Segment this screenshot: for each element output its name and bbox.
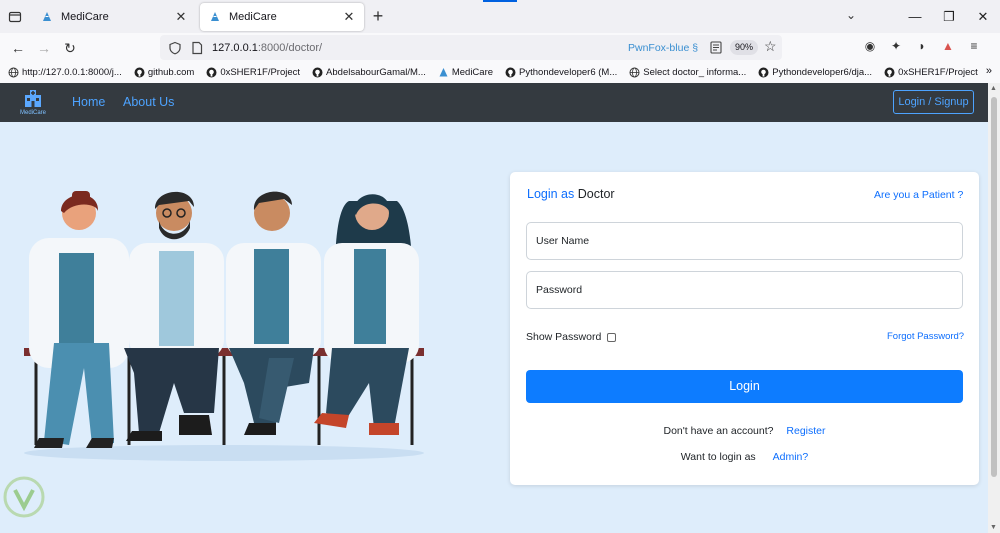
bookmark-label: Pythondeveloper6 (M... [519,67,618,78]
show-password-label: Show Password [526,331,602,343]
page-info-icon[interactable] [190,41,204,55]
pocket-icon[interactable]: ◗ [914,38,930,54]
bookmark-item[interactable]: Pythondeveloper6/dja... [758,67,872,78]
forward-arrow-icon[interactable]: → [34,38,54,58]
nav-about-link[interactable]: About Us [123,95,174,109]
brand-logo[interactable]: MediCare [18,87,48,119]
github-icon [884,67,895,78]
github-icon [206,67,217,78]
toolbar-right: ◉ ✦ ◗ ▲ ≡ [862,38,982,54]
admin-line: Want to login as Admin? [680,451,809,463]
medicare-favicon-icon [211,12,219,21]
browser-navbar: ← → ↻ 127.0.0.1:8000/doctor/ PwnFox-blue… [0,33,1000,62]
bookmark-label: Select doctor_ informa... [643,67,747,78]
doctor-figure-2 [124,191,224,441]
globe-icon [629,67,640,78]
reader-view-icon[interactable] [710,41,722,54]
bookmark-label: Pythondeveloper6/dja... [772,67,873,78]
url-bar[interactable]: 127.0.0.1:8000/doctor/ PwnFox-blue § 90%… [160,35,782,60]
doctor-figure-4 [314,194,419,435]
page-content: MediCare Home About Us Login / Signup Lo… [0,83,988,533]
new-tab-button[interactable]: + [368,6,388,26]
github-icon [312,67,323,78]
login-title: Login as Doctor [527,187,615,201]
brand-name: MediCare [19,110,46,116]
bookmark-item[interactable]: github.com [134,67,194,78]
github-icon [758,67,769,78]
menu-icon[interactable]: ≡ [966,38,982,54]
bookmarks-bar: http://127.0.0.1:8000/j... github.com 0xSH… [0,62,1000,83]
browser-tab-1[interactable]: MediCare ✕ [32,3,196,31]
doctors-illustration [24,191,424,461]
close-tab-icon[interactable]: ✕ [174,10,188,24]
window-close-icon[interactable]: ✕ [966,9,1000,25]
pwnfox-extension-icon[interactable]: ▲ [940,38,956,54]
bookmark-item[interactable]: 0xSHER1F/Project [206,67,300,78]
bookmarks-overflow-icon[interactable]: » [986,65,992,77]
extensions-icon[interactable]: ✦ [888,38,904,54]
patient-login-link[interactable]: Are you a Patient ? [874,189,963,201]
site-navbar: MediCare Home About Us Login / Signup [0,83,988,122]
back-arrow-icon[interactable]: ← [8,38,28,58]
show-password-checkbox[interactable] [607,332,617,342]
register-link[interactable]: Register [786,425,825,437]
globe-icon [8,67,19,78]
forgot-password-link[interactable]: Forgot Password? [887,331,964,342]
doctor-figure-3 [226,191,321,435]
scrollbar-thumb[interactable] [991,97,997,477]
url-path: :8000/doctor/ [257,41,323,54]
hospital-logo-icon [25,90,41,107]
window-controls: — ❐ ✕ [898,0,1000,33]
maximize-icon[interactable]: ❐ [932,9,966,25]
bookmark-label: 0xSHER1F/Project [898,67,978,78]
bookmark-item[interactable]: Pythondeveloper6 (M... [505,67,617,78]
bookmark-label: 0xSHER1F/Project [220,67,301,78]
show-password-toggle[interactable]: Show Password [526,331,617,343]
reload-icon[interactable]: ↻ [60,38,80,58]
register-line: Don't have an account? Register [663,425,826,437]
tab-overflow-chevron-icon[interactable]: ⌄ [846,8,856,22]
username-input[interactable]: User Name [526,222,963,260]
url-host: 127.0.0.1 [212,41,258,54]
scroll-down-icon[interactable]: ▼ [990,524,997,531]
bookmark-label: github.com [147,67,195,78]
close-tab-icon[interactable]: ✕ [342,10,356,24]
bookmark-item[interactable]: MediCare [438,67,493,78]
shield-icon[interactable] [168,41,182,55]
login-role: Doctor [577,187,615,201]
bookmark-item[interactable]: http://127.0.0.1:8000/j... [8,67,122,78]
watermark-logo-icon [3,476,45,518]
browser-tabbar: MediCare ✕ MediCare ✕ + ⌄ — ❐ ✕ [0,0,1000,33]
browser-tab-2[interactable]: MediCare ✕ [200,3,364,31]
doctor-figure-1 [29,191,129,448]
minimize-icon[interactable]: — [898,9,932,24]
tab-list-icon[interactable] [4,6,26,28]
nav-home-link[interactable]: Home [72,95,105,109]
password-input[interactable]: Password [526,271,963,309]
container-label: PwnFox-blue § [628,42,699,54]
bookmark-label: AbdelsabourGamal/M... [326,67,426,78]
fingerprint-icon: § [692,42,699,54]
container-indicator [483,0,517,2]
tab-title: MediCare [61,11,109,23]
bookmark-item[interactable]: 0xSHER1F/Project [884,67,978,78]
bookmark-label: MediCare [451,67,494,78]
bookmark-label: http://127.0.0.1:8000/j... [22,67,122,78]
login-button[interactable]: Login [526,370,963,403]
login-card: Login as Doctor Are you a Patient ? User… [510,172,979,485]
bookmark-item[interactable]: AbdelsabourGamal/M... [312,67,426,78]
page-scrollbar[interactable]: ▲ ▼ [988,83,1000,533]
tab-title: MediCare [229,11,277,23]
bookmark-item[interactable]: Select doctor_ informa... [629,67,746,78]
medicare-favicon-icon [43,12,51,21]
admin-login-link[interactable]: Admin? [773,451,809,463]
account-icon[interactable]: ◉ [862,38,878,54]
bookmark-star-icon[interactable]: ☆ [764,38,777,55]
login-signup-button[interactable]: Login / Signup [893,90,974,114]
github-icon [134,67,145,78]
medicare-icon [438,67,449,78]
zoom-level[interactable]: 90% [730,40,759,55]
scroll-up-icon[interactable]: ▲ [990,85,997,92]
github-icon [505,67,516,78]
